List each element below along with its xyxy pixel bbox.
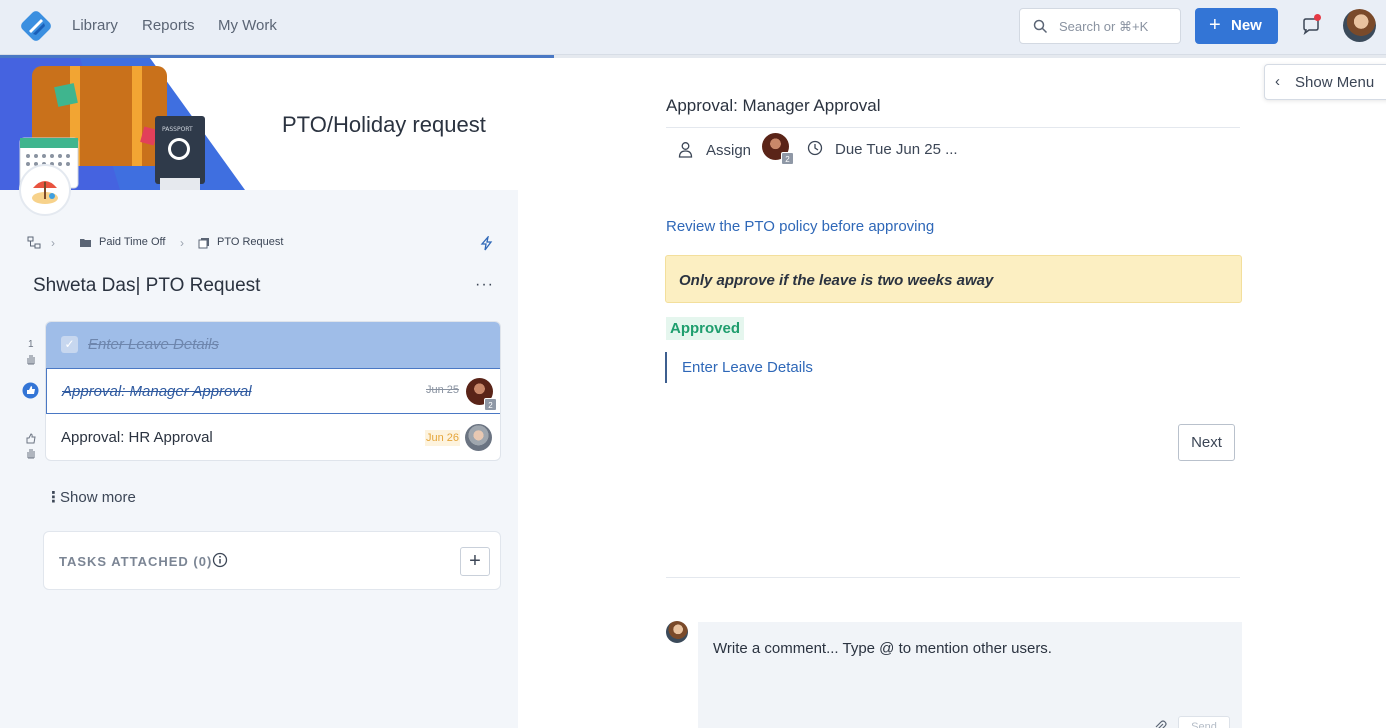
folder-icon: [80, 239, 91, 247]
search-placeholder: Search or ⌘+K: [1059, 19, 1149, 34]
pto-policy-link[interactable]: Review the PTO policy before approving: [666, 218, 934, 235]
approved-status-badge: Approved: [666, 317, 745, 340]
assignee-count-badge: 2: [484, 398, 497, 411]
stop-hand-icon: [27, 355, 35, 365]
new-button[interactable]: + New: [1195, 8, 1278, 44]
checklist-panel: PASSPORT PTO/Holiday request › Paid Time…: [0, 58, 518, 728]
workflow-beach-icon: [19, 164, 71, 216]
linked-task-label: Enter Leave Details: [682, 359, 813, 376]
breadcrumb: › Paid Time Off › PTO Request: [27, 236, 497, 252]
automation-bolt-icon[interactable]: [480, 236, 493, 251]
show-menu-label: Show Menu: [1295, 74, 1375, 91]
send-button[interactable]: Send: [1178, 716, 1230, 728]
task-row[interactable]: Approval: HR Approval Jun 26: [46, 415, 500, 460]
tasks-attached-label: TASKS ATTACHED (0): [59, 554, 213, 569]
person-icon: [678, 142, 693, 158]
approval-callout: Only approve if the leave is two weeks a…: [665, 255, 1242, 303]
template-copy-icon: [198, 238, 209, 249]
task-number: 1: [28, 339, 34, 350]
divider: [666, 127, 1240, 128]
assign-button[interactable]: Assign: [706, 142, 751, 159]
comment-input[interactable]: Write a comment... Type @ to mention oth…: [698, 622, 1242, 728]
add-attached-task-button[interactable]: +: [460, 547, 490, 576]
show-more-label: Show more: [60, 489, 136, 506]
template-title: PTO/Holiday request: [282, 112, 486, 137]
stop-hand-icon: [27, 449, 35, 459]
search-icon: [1033, 19, 1048, 34]
vertical-dots-icon: ⋮: [46, 489, 61, 506]
notification-dot: [1314, 14, 1321, 21]
chevron-right-icon: ›: [180, 236, 184, 250]
next-button[interactable]: Next: [1178, 424, 1235, 461]
assignee-avatar[interactable]: [465, 424, 492, 451]
template-banner: PASSPORT PTO/Holiday request: [0, 58, 518, 190]
breadcrumb-template[interactable]: PTO Request: [217, 236, 283, 248]
new-button-label: New: [1231, 17, 1262, 34]
task-title: Approval: Manager Approval: [62, 383, 252, 400]
svg-text:PASSPORT: PASSPORT: [162, 126, 193, 133]
run-more-menu[interactable]: ···: [475, 276, 494, 294]
clock-icon: [807, 140, 823, 156]
divider: [666, 577, 1240, 578]
nav-reports-link[interactable]: Reports: [142, 17, 195, 34]
assignee-count-badge: 2: [781, 152, 794, 165]
show-menu-button[interactable]: ‹ Show Menu: [1264, 64, 1386, 100]
nav-library-link[interactable]: Library: [72, 17, 118, 34]
task-due-date: Jun 25: [426, 384, 460, 396]
plus-icon: +: [1209, 14, 1221, 36]
task-list: ✓ Enter Leave Details Approval: Manager …: [45, 321, 501, 461]
callout-text: Only approve if the leave is two weeks a…: [679, 272, 994, 289]
attachment-paperclip-icon[interactable]: [1153, 720, 1167, 728]
tasks-attached-card: TASKS ATTACHED (0) +: [43, 531, 501, 590]
task-checkbox[interactable]: ✓: [61, 336, 78, 353]
show-more-button[interactable]: ⋮Show more: [46, 488, 136, 506]
app-logo-icon[interactable]: [21, 11, 51, 41]
task-row[interactable]: ✓ Enter Leave Details: [46, 322, 500, 368]
task-row-selected[interactable]: Approval: Manager Approval Jun 25 2: [46, 368, 500, 414]
info-icon[interactable]: [212, 552, 228, 568]
commenter-avatar: [666, 621, 688, 643]
approval-current-icon: [22, 382, 39, 399]
user-avatar[interactable]: [1343, 9, 1376, 42]
linked-task[interactable]: Enter Leave Details: [665, 352, 813, 383]
chevron-left-icon: ‹: [1275, 73, 1280, 90]
chevron-right-icon: ›: [51, 236, 55, 250]
search-input[interactable]: Search or ⌘+K: [1019, 8, 1181, 44]
breadcrumb-folder[interactable]: Paid Time Off: [99, 236, 165, 248]
thumbs-up-icon: [26, 433, 36, 444]
due-date-button[interactable]: Due Tue Jun 25 ...: [835, 141, 958, 158]
task-detail-title: Approval: Manager Approval: [666, 96, 881, 115]
task-title: Enter Leave Details: [88, 336, 219, 353]
nav-my-work-link[interactable]: My Work: [218, 17, 277, 34]
run-title[interactable]: Shweta Das| PTO Request: [33, 275, 260, 297]
task-title: Approval: HR Approval: [61, 429, 213, 446]
comment-placeholder: Write a comment... Type @ to mention oth…: [713, 640, 1052, 657]
task-due-date: Jun 26: [425, 430, 461, 446]
hierarchy-icon[interactable]: [27, 236, 41, 249]
top-navigation-bar: Library Reports My Work Search or ⌘+K + …: [0, 0, 1386, 55]
